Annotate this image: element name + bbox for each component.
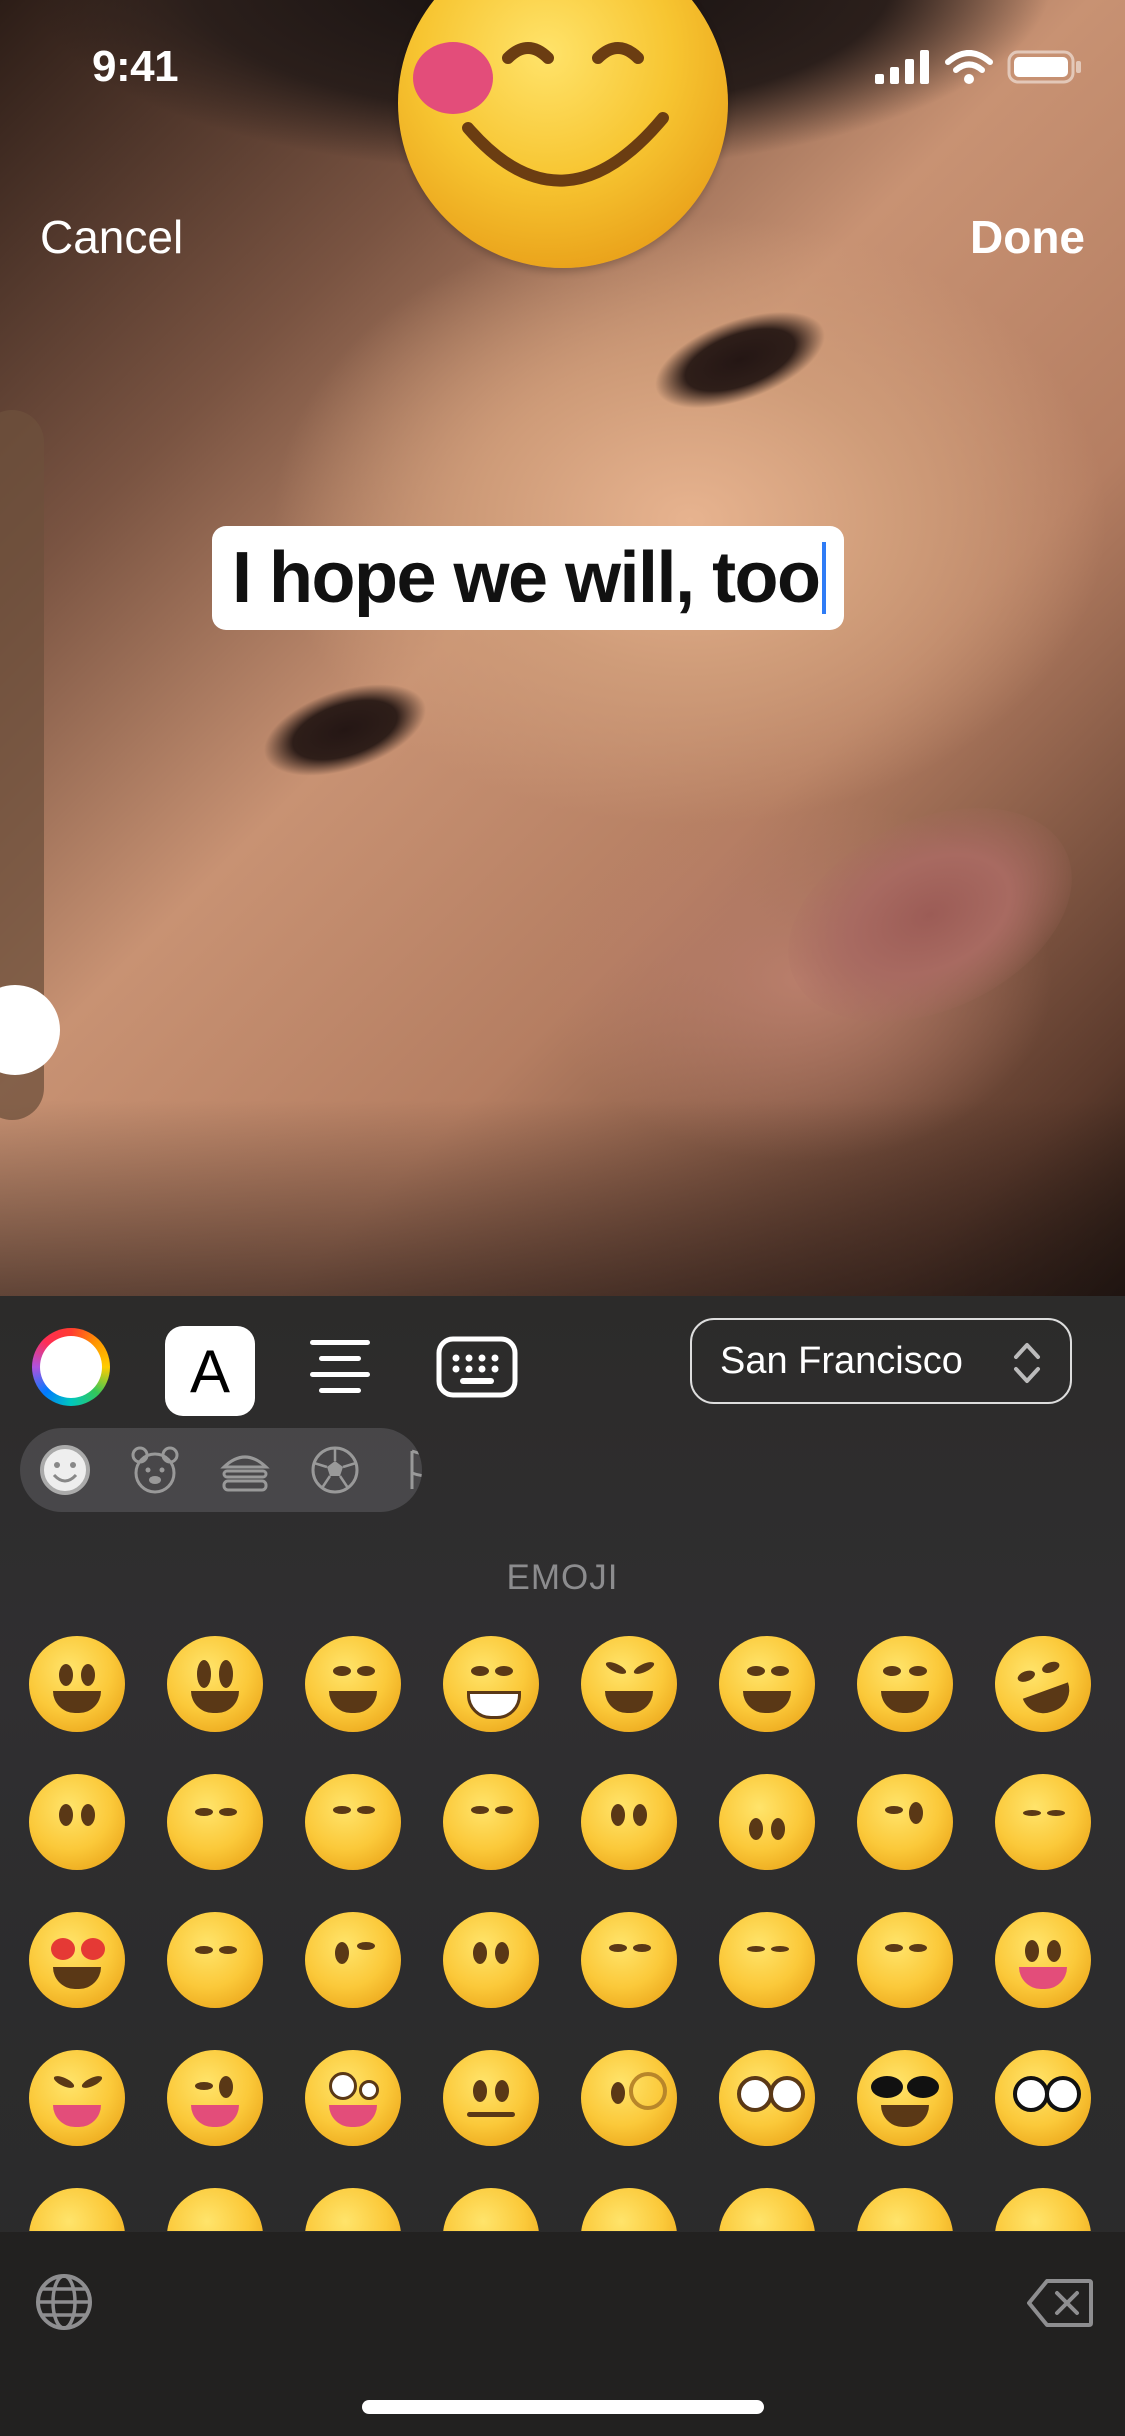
globe-icon[interactable] [34, 2272, 94, 2332]
winking-face-emoji[interactable] [857, 1774, 953, 1870]
slightly-smiling-face-emoji[interactable] [581, 1774, 677, 1870]
text-overlay-field[interactable]: I hope we will, too [212, 526, 844, 630]
text-tools-panel: A San Francisco EMOJI [0, 1296, 1125, 2436]
cellular-signal-icon [875, 50, 929, 84]
zany-face-emoji[interactable] [305, 2050, 401, 2146]
done-button[interactable]: Done [970, 210, 1085, 264]
smiling-with-hearts-emoji[interactable] [167, 1912, 263, 2008]
color-picker-button[interactable] [32, 1328, 110, 1406]
grinning-big-eyes-emoji[interactable] [167, 1636, 263, 1732]
worried-face-emoji[interactable] [857, 2188, 953, 2231]
tongue-out-face-emoji[interactable] [995, 1912, 1091, 2008]
relieved-face-emoji[interactable] [995, 1774, 1091, 1870]
photo-lips [753, 765, 1107, 1065]
status-time: 9:41 [92, 42, 179, 91]
emoji-sticker[interactable] [398, 0, 728, 268]
travel-category-icon[interactable] [398, 1443, 422, 1497]
yum-face-emoji[interactable] [857, 1912, 953, 2008]
align-center-icon[interactable] [305, 1332, 375, 1402]
star-struck-emoji[interactable] [29, 2188, 125, 2231]
monocle-face-emoji[interactable] [581, 2050, 677, 2146]
text-overlay-value: I hope we will, too [232, 538, 821, 618]
squinting-face-emoji[interactable] [581, 1636, 677, 1732]
kissing-face-emoji[interactable] [443, 1912, 539, 2008]
tears-of-joy-emoji[interactable] [857, 1636, 953, 1732]
halo-face-emoji[interactable] [443, 1774, 539, 1870]
holding-back-tears-emoji[interactable] [29, 1774, 125, 1870]
photo-shadow [0, 1100, 1125, 1296]
cancel-button[interactable]: Cancel [40, 210, 183, 264]
wifi-icon [945, 50, 993, 84]
raised-eyebrow-face-emoji[interactable] [443, 2050, 539, 2146]
beaming-face-emoji[interactable] [443, 1636, 539, 1732]
text-caret [821, 542, 826, 614]
disappointed-face-emoji[interactable] [581, 2188, 677, 2231]
status-icons [875, 50, 1083, 84]
grinning-smiling-eyes-emoji[interactable] [305, 1636, 401, 1732]
text-style-button[interactable]: A [165, 1326, 255, 1416]
nerd-face-emoji[interactable] [719, 2050, 815, 2146]
smirking-face-emoji[interactable] [305, 2188, 401, 2231]
activity-category-icon[interactable] [308, 1443, 362, 1497]
emoji-section-header: EMOJI [506, 1558, 619, 1597]
face-blowing-kiss-emoji[interactable] [305, 1912, 401, 2008]
pensive-face-emoji[interactable] [719, 2188, 815, 2231]
heart-eyes-emoji[interactable] [29, 1912, 125, 2008]
grinning-face-emoji[interactable] [29, 1636, 125, 1732]
story-text-editor: 9:41 Cancel Done I hope we will, too A S… [0, 0, 1125, 2436]
keyboard-bottom-bar [0, 2232, 1125, 2436]
text-style-label: A [189, 1337, 231, 1405]
backspace-icon[interactable] [1027, 2278, 1093, 2328]
chevron-up-down-icon [1014, 1343, 1040, 1383]
upside-down-face-emoji[interactable] [719, 1774, 815, 1870]
smiling-face-smiling-eyes-emoji[interactable] [305, 1774, 401, 1870]
unamused-face-emoji[interactable] [443, 2188, 539, 2231]
smiley-category-icon[interactable] [38, 1443, 92, 1497]
grinning-sweat-emoji[interactable] [719, 1636, 815, 1732]
font-picker[interactable]: San Francisco [690, 1318, 1072, 1404]
font-picker-label: San Francisco [720, 1339, 963, 1382]
animal-category-icon[interactable] [128, 1443, 182, 1497]
yum-face-icon [413, 42, 669, 187]
home-indicator[interactable] [362, 2400, 764, 2414]
confused-face-emoji[interactable] [995, 2188, 1091, 2231]
squinting-tongue-emoji[interactable] [29, 2050, 125, 2146]
emoji-category-bar [20, 1428, 422, 1512]
sunglasses-face-emoji[interactable] [857, 2050, 953, 2146]
photo-eye-left [251, 665, 439, 795]
food-category-icon[interactable] [218, 1443, 272, 1497]
text-toolbar: A San Francisco [0, 1296, 1125, 1426]
emoji-grid [0, 1626, 1125, 2231]
disguised-face-emoji[interactable] [995, 2050, 1091, 2146]
battery-icon [1007, 50, 1081, 84]
partying-face-emoji[interactable] [167, 2188, 263, 2231]
keyboard-icon[interactable] [436, 1336, 518, 1398]
kissing-closed-eyes-emoji[interactable] [719, 1912, 815, 2008]
kissing-smiling-eyes-emoji[interactable] [581, 1912, 677, 2008]
smiling-face-emoji[interactable] [167, 1774, 263, 1870]
winking-tongue-emoji[interactable] [167, 2050, 263, 2146]
rolling-on-floor-laughing-emoji[interactable] [981, 1626, 1105, 1746]
